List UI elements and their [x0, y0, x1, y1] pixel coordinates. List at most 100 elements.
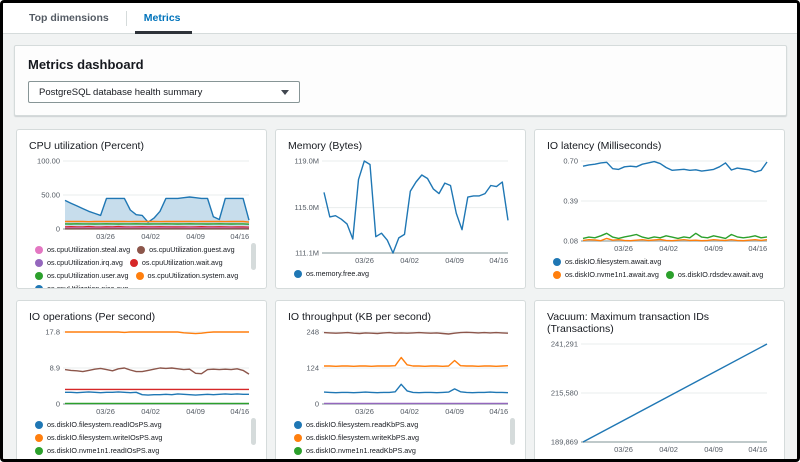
dashboard-select[interactable]: PostgreSQL database health summary [28, 81, 300, 103]
y-tick-label: 50.00 [41, 191, 60, 200]
legend-item[interactable]: os.diskIO.filesystem.await.avg [553, 257, 661, 266]
tab-top-dimensions[interactable]: Top dimensions [27, 4, 111, 32]
chart-legend: os.diskIO.filesystem.readIOsPS.avg os.dis… [27, 416, 256, 462]
legend-item[interactable]: db.Transactions.max_used_xact_ids.avg [553, 458, 695, 462]
chart-plot-cpu-utilization[interactable]: 100.0050.00003/2604/0204/0904/16 [27, 157, 256, 241]
legend-item[interactable]: os.cpuUtilization.steal.avg [35, 245, 130, 254]
y-tick-label: 8.9 [50, 364, 60, 373]
chart-plot-vacuum[interactable]: 241,291215,580189,86903/2604/0204/0904/1… [545, 340, 774, 454]
legend-label: db.Transactions.max_used_xact_ids.avg [565, 458, 695, 462]
legend-item[interactable]: os.diskIO.filesystem.readIOsPS.avg [35, 420, 162, 429]
legend-swatch-icon [294, 270, 302, 278]
main-content: Metrics dashboard PostgreSQL database he… [3, 34, 797, 459]
chart-legend: os.diskIO.filesystem.await.avg os.diskIO.… [545, 253, 774, 279]
chart-title: IO latency (Milliseconds) [545, 138, 774, 157]
legend-item[interactable]: os.cpuUtilization.irq.avg [35, 258, 123, 267]
legend-item[interactable]: os.diskIO.rdsdev.await.avg [666, 270, 763, 279]
x-tick-label: 04/02 [659, 244, 678, 253]
tab-metrics-label: Metrics [144, 12, 181, 24]
dashboard-select-value: PostgreSQL database health summary [39, 87, 202, 98]
tab-top-dimensions-label: Top dimensions [29, 12, 109, 24]
x-tick-label: 04/16 [748, 244, 767, 253]
chart-card-vacuum-max-transaction-ids: Vacuum: Maximum transaction IDs (Transac… [534, 300, 785, 462]
legend-label: os.diskIO.filesystem.readIOsPS.avg [47, 420, 162, 429]
legend-item[interactable]: os.diskIO.filesystem.writeKbPS.avg [294, 433, 419, 442]
chart-card-cpu-utilization: CPU utilization (Percent) 100.0050.00003… [16, 129, 267, 289]
legend-swatch-icon [553, 459, 561, 462]
legend-item[interactable]: os.cpuUtilization.guest.avg [137, 245, 235, 254]
chart-legend: db.Transactions.max_used_xact_ids.avg [545, 454, 774, 462]
legend-swatch-icon [35, 259, 43, 267]
legend-item[interactable]: os.diskIO.filesystem.readKbPS.avg [294, 420, 418, 429]
legend-item[interactable]: os.diskIO.nvme1n1.readIOsPS.avg [35, 446, 159, 455]
legend-swatch-icon [35, 246, 43, 254]
series-line [324, 358, 508, 367]
y-tick-label: 248 [306, 328, 319, 337]
legend-item[interactable]: os.cpuUtilization.system.avg [136, 271, 239, 280]
legend-swatch-icon [666, 271, 674, 279]
x-tick-label: 03/26 [96, 407, 115, 416]
chart-title: Vacuum: Maximum transaction IDs (Transac… [545, 309, 774, 340]
legend-swatch-icon [553, 258, 561, 266]
tab-metrics[interactable]: Metrics [142, 4, 183, 32]
legend-swatch-icon [35, 285, 43, 290]
y-tick-label: 0.70 [563, 157, 578, 166]
legend-label: os.diskIO.rdsdev.await.avg [678, 270, 763, 279]
legend-label: os.cpuUtilization.nice.avg [47, 284, 128, 289]
x-tick-label: 04/09 [186, 407, 205, 416]
legend-label: os.cpuUtilization.steal.avg [47, 245, 130, 254]
x-tick-label: 03/26 [614, 445, 633, 454]
y-tick-label: 100.00 [37, 157, 60, 166]
legend-label: os.diskIO.filesystem.writeKbPS.avg [306, 433, 419, 442]
legend-swatch-icon [35, 447, 43, 455]
app-window: Top dimensions Metrics Metrics dashboard… [0, 0, 800, 462]
charts-grid: CPU utilization (Percent) 100.0050.00003… [16, 129, 785, 462]
panel-heading: Metrics dashboard [28, 57, 773, 72]
legend-swatch-icon [137, 246, 145, 254]
legend-label: os.diskIO.filesystem.await.avg [565, 257, 661, 266]
x-tick-label: 03/26 [355, 256, 374, 265]
chart-legend: os.memory.free.avg [286, 265, 515, 278]
tab-divider [126, 11, 127, 26]
x-tick-label: 04/02 [659, 445, 678, 454]
chart-card-io-throughput: IO throughput (KB per second) 248124003/… [275, 300, 526, 462]
series-line [65, 221, 249, 222]
chart-legend: os.diskIO.filesystem.readKbPS.avg os.disk… [286, 416, 515, 462]
y-tick-label: 0 [56, 400, 60, 409]
legend-label: os.memory.free.avg [306, 269, 369, 278]
y-tick-label: 0.39 [563, 197, 578, 206]
legend-swatch-icon [294, 447, 302, 455]
chart-plot-io-latency[interactable]: 0.700.390.0803/2604/0204/0904/16 [545, 157, 774, 253]
legend-scrollbar-thumb[interactable] [251, 243, 256, 270]
legend-swatch-icon [136, 272, 144, 280]
y-tick-label: 115.0M [295, 203, 319, 212]
legend-item[interactable]: os.diskIO.filesystem.writeIOsPS.avg [35, 433, 162, 442]
x-tick-label: 04/16 [230, 232, 249, 241]
legend-label: os.cpuUtilization.wait.avg [142, 258, 223, 267]
dropdown-caret-icon [281, 90, 289, 95]
legend-swatch-icon [35, 421, 43, 429]
chart-plot-io-throughput[interactable]: 248124003/2604/0204/0904/16 [286, 328, 515, 416]
legend-item[interactable]: os.cpuUtilization.user.avg [35, 271, 129, 280]
chart-plot-io-operations[interactable]: 17.88.9003/2604/0204/0904/16 [27, 328, 256, 416]
legend-scrollbar-thumb[interactable] [510, 418, 515, 445]
legend-item[interactable]: os.diskIO.nvme1n1.readKbPS.avg [294, 446, 416, 455]
legend-item[interactable]: os.cpuUtilization.wait.avg [130, 258, 223, 267]
legend-item[interactable]: os.memory.free.avg [294, 269, 369, 278]
legend-item[interactable]: os.cpuUtilization.nice.avg [35, 284, 128, 289]
y-tick-label: 0 [56, 225, 60, 234]
y-tick-label: 189,869 [551, 438, 578, 447]
legend-label: os.cpuUtilization.system.avg [148, 271, 239, 280]
chart-plot-memory[interactable]: 119.0M115.0M111.1M03/2604/0204/0904/16 [286, 157, 515, 265]
series-line [583, 233, 767, 238]
y-tick-label: 241,291 [551, 340, 578, 349]
legend-item[interactable]: os.diskIO.nvme1n1.await.avg [553, 270, 659, 279]
series-line [65, 368, 249, 374]
x-tick-label: 04/16 [489, 256, 508, 265]
series-line [65, 227, 249, 228]
chart-card-memory: Memory (Bytes) 119.0M115.0M111.1M03/2604… [275, 129, 526, 289]
x-tick-label: 03/26 [96, 232, 115, 241]
legend-scrollbar-thumb[interactable] [251, 418, 256, 445]
x-tick-label: 04/02 [400, 256, 419, 265]
metrics-dashboard-panel: Metrics dashboard PostgreSQL database he… [14, 45, 787, 116]
